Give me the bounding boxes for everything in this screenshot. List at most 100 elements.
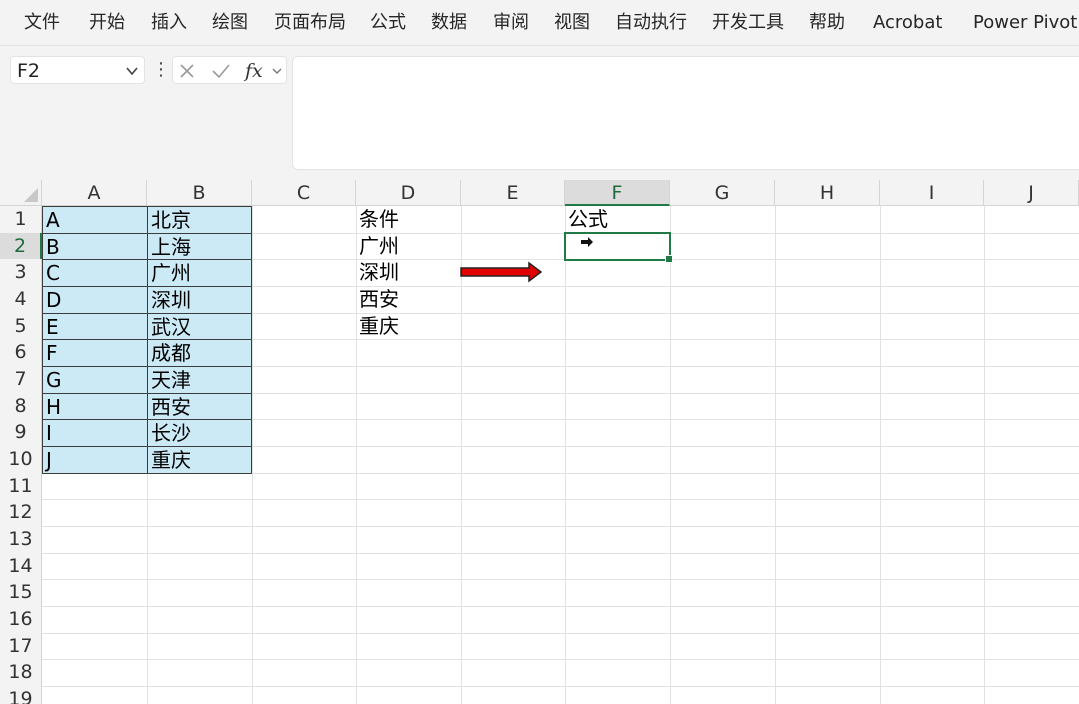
gridline <box>880 206 881 704</box>
column-header-i[interactable]: I <box>880 180 984 206</box>
cursor-arrow-icon <box>581 237 593 247</box>
column-header-f[interactable]: F <box>565 180 670 206</box>
cell-b7[interactable]: 天津 <box>147 366 252 394</box>
row-header-15[interactable]: 15 <box>0 579 42 606</box>
row-header-18[interactable]: 18 <box>0 659 42 686</box>
column-header-g[interactable]: G <box>670 180 775 206</box>
column-header-j[interactable]: J <box>984 180 1079 206</box>
row-header-3[interactable]: 3 <box>0 259 42 286</box>
gridline <box>775 206 776 704</box>
row-header-2[interactable]: 2 <box>0 232 42 260</box>
cell-a1[interactable]: A <box>42 206 148 234</box>
column-header-e[interactable]: E <box>461 180 565 206</box>
row-header-4[interactable]: 4 <box>0 286 42 313</box>
row-header-16[interactable]: 16 <box>0 606 42 633</box>
cell-a9[interactable]: I <box>42 419 148 447</box>
cell-a2[interactable]: B <box>42 232 148 261</box>
formula-bar: F2 ⋮ fx <box>0 46 1079 180</box>
cell-a7[interactable]: G <box>42 366 148 394</box>
select-all-triangle-icon <box>24 188 38 202</box>
column-header-a[interactable]: A <box>42 180 147 206</box>
gridline <box>670 206 671 704</box>
row-header-11[interactable]: 11 <box>0 472 42 500</box>
chevron-down-icon[interactable] <box>271 65 283 77</box>
tab-insert[interactable]: 插入 <box>151 10 187 36</box>
row-header-6[interactable]: 6 <box>0 339 42 366</box>
gridline <box>42 659 1079 661</box>
cell-d5[interactable]: 重庆 <box>356 313 461 340</box>
cell-b3[interactable]: 广州 <box>147 259 252 287</box>
column-header-d[interactable]: D <box>356 180 461 206</box>
tab-view[interactable]: 视图 <box>554 10 590 36</box>
cell-a8[interactable]: H <box>42 392 148 421</box>
tab-data[interactable]: 数据 <box>431 10 467 36</box>
cell-b9[interactable]: 长沙 <box>147 419 252 447</box>
insert-function-button[interactable]: fx <box>245 58 263 84</box>
cell-d1[interactable]: 条件 <box>356 206 461 233</box>
cell-b6[interactable]: 成都 <box>147 339 252 367</box>
row-header-19[interactable]: 19 <box>0 686 42 704</box>
column-header-c[interactable]: C <box>252 180 356 206</box>
tab-power-pivot[interactable]: Power Pivot <box>973 10 1077 36</box>
gridline <box>984 206 985 704</box>
tab-automate[interactable]: 自动执行 <box>615 10 687 36</box>
tab-help[interactable]: 帮助 <box>809 10 845 36</box>
row-header-1[interactable]: 1 <box>0 206 42 233</box>
cell-b10[interactable]: 重庆 <box>147 446 252 474</box>
cell-d4[interactable]: 西安 <box>356 286 461 313</box>
tab-page-layout[interactable]: 页面布局 <box>274 10 346 36</box>
gridline <box>42 632 1079 634</box>
column-header-b[interactable]: B <box>147 180 252 206</box>
red-right-arrow-icon <box>460 261 543 283</box>
cell-b5[interactable]: 武汉 <box>147 312 252 341</box>
fill-handle[interactable] <box>665 255 673 263</box>
gridline <box>42 686 1079 687</box>
row-header-5[interactable]: 5 <box>0 312 42 340</box>
tab-file[interactable]: 文件 <box>24 10 60 36</box>
cell-d2[interactable]: 广州 <box>356 233 461 260</box>
row-header-8[interactable]: 8 <box>0 392 42 420</box>
excel-window: 文件 开始 插入 绘图 页面布局 公式 数据 审阅 视图 自动执行 开发工具 帮… <box>0 0 1079 704</box>
cell-b4[interactable]: 深圳 <box>147 286 252 314</box>
tab-acrobat[interactable]: Acrobat <box>873 10 942 36</box>
cell-a10[interactable]: J <box>42 446 148 474</box>
tab-home[interactable]: 开始 <box>89 10 125 36</box>
gridline <box>42 606 1079 607</box>
cell-d3[interactable]: 深圳 <box>356 259 461 286</box>
cell-b8[interactable]: 西安 <box>147 392 252 421</box>
more-options-icon[interactable]: ⋮ <box>152 60 170 82</box>
tab-formulas[interactable]: 公式 <box>370 10 406 36</box>
cell-b2[interactable]: 上海 <box>147 232 252 261</box>
tab-draw[interactable]: 绘图 <box>212 10 248 36</box>
gridline <box>565 206 566 704</box>
cell-b1[interactable]: 北京 <box>147 206 252 234</box>
column-header-h[interactable]: H <box>775 180 880 206</box>
gridline <box>252 206 253 704</box>
row-header-7[interactable]: 7 <box>0 366 42 393</box>
row-header-10[interactable]: 10 <box>0 446 42 473</box>
formula-input[interactable] <box>292 56 1079 170</box>
formula-controls: fx <box>172 56 287 84</box>
select-all-button[interactable] <box>0 180 42 206</box>
chevron-down-icon[interactable] <box>124 64 140 78</box>
row-header-9[interactable]: 9 <box>0 419 42 446</box>
cell-a6[interactable]: F <box>42 339 148 367</box>
name-box-value: F2 <box>17 60 41 82</box>
cell-a4[interactable]: D <box>42 286 148 314</box>
worksheet-grid[interactable]: A B C D E F G H I J 1 2 3 4 5 6 7 8 9 10… <box>0 180 1079 704</box>
tab-review[interactable]: 审阅 <box>493 10 529 36</box>
cell-a3[interactable]: C <box>42 259 148 287</box>
row-header-14[interactable]: 14 <box>0 552 42 580</box>
cell-f1[interactable]: 公式 <box>565 206 670 233</box>
name-box[interactable]: F2 <box>10 56 145 84</box>
cancel-icon[interactable] <box>179 63 195 79</box>
tab-developer[interactable]: 开发工具 <box>712 10 784 36</box>
row-header-13[interactable]: 13 <box>0 526 42 553</box>
enter-check-icon[interactable] <box>211 63 231 79</box>
row-header-12[interactable]: 12 <box>0 499 42 526</box>
row-header-17[interactable]: 17 <box>0 632 42 660</box>
ribbon-tab-bar: 文件 开始 插入 绘图 页面布局 公式 数据 审阅 视图 自动执行 开发工具 帮… <box>0 0 1079 46</box>
gridline <box>42 579 1079 581</box>
cell-a5[interactable]: E <box>42 312 148 341</box>
gridline <box>42 499 1079 501</box>
